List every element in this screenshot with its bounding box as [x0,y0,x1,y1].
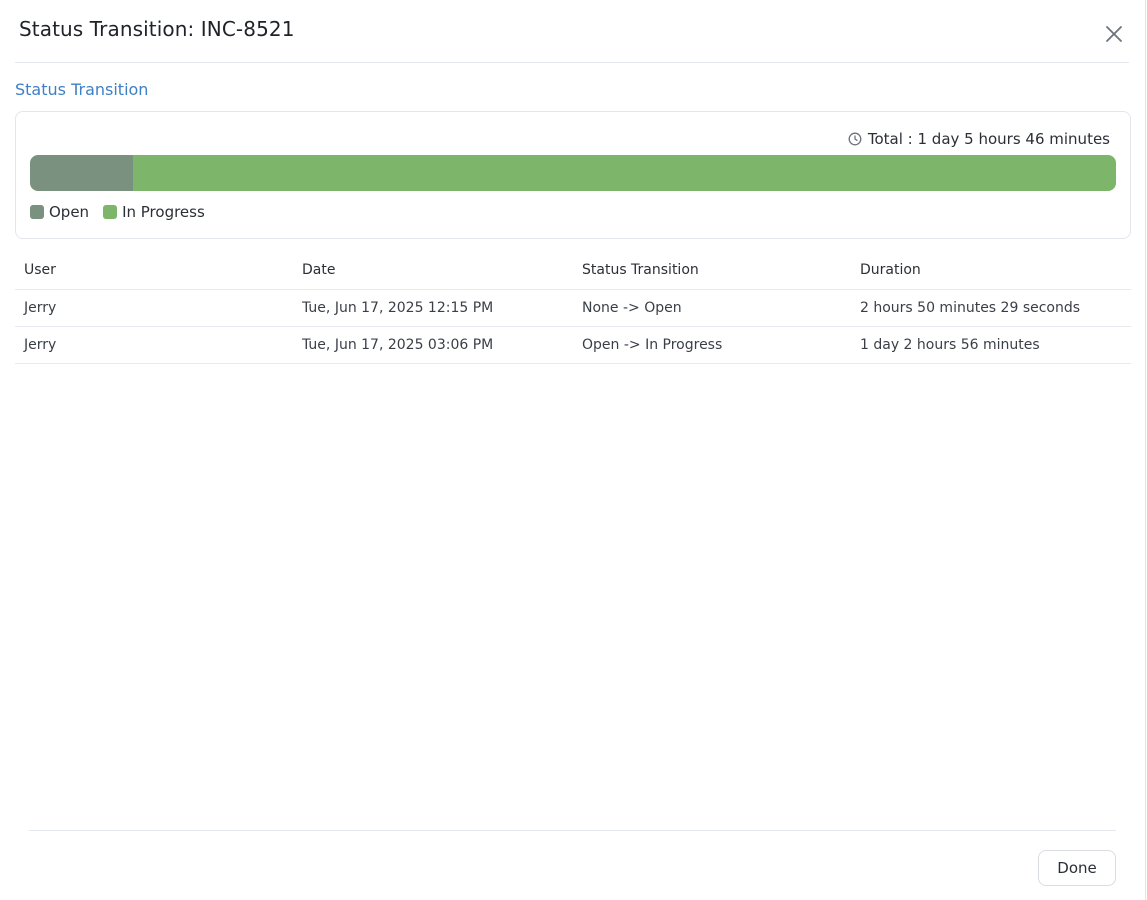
table-row: Jerry Tue, Jun 17, 2025 12:15 PM None ->… [15,290,1131,327]
done-button[interactable]: Done [1038,850,1116,886]
cell-duration: 1 day 2 hours 56 minutes [860,337,1040,353]
status-transition-dialog: Status Transition: INC-8521 Status Trans… [0,0,1146,900]
transition-table: User Date Status Transition Duration Jer… [15,250,1131,364]
column-header-date: Date [302,261,336,278]
status-legend: Open In Progress [30,203,205,221]
footer-divider [29,830,1116,831]
header-divider [15,62,1129,63]
total-duration: Total : 1 day 5 hours 46 minutes [848,130,1110,148]
cell-status-transition: Open -> In Progress [582,337,723,353]
column-header-user: User [24,261,56,278]
legend-swatch [103,205,118,219]
cell-status-transition: None -> Open [582,300,682,316]
status-duration-bar [30,155,1116,191]
legend-swatch [30,205,44,219]
close-icon [1106,26,1122,42]
dialog-header: Status Transition: INC-8521 [0,0,1146,63]
legend-label: In Progress [122,203,205,221]
legend-item: Open [30,203,89,221]
clock-icon [848,132,862,146]
total-label: Total : 1 day 5 hours 46 minutes [867,130,1110,148]
cell-date: Tue, Jun 17, 2025 03:06 PM [302,337,494,353]
cell-user: Jerry [24,300,57,316]
dialog-title: Status Transition: INC-8521 [19,17,295,41]
table-row: Jerry Tue, Jun 17, 2025 03:06 PM Open ->… [15,327,1131,364]
legend-item: In Progress [103,203,205,221]
cell-user: Jerry [24,337,57,353]
legend-label: Open [49,203,90,221]
summary-card: Total : 1 day 5 hours 46 minutes Open In … [15,111,1131,239]
column-header-duration: Duration [860,261,921,278]
bar-segment-in-progress[interactable] [133,155,1116,191]
close-button[interactable] [1100,20,1128,48]
section-title: Status Transition [15,80,149,99]
bar-segment-open[interactable] [30,155,134,191]
cell-date: Tue, Jun 17, 2025 12:15 PM [302,300,494,316]
table-header: User Date Status Transition Duration [15,250,1131,290]
cell-duration: 2 hours 50 minutes 29 seconds [860,300,1081,316]
column-header-status-transition: Status Transition [582,261,699,278]
